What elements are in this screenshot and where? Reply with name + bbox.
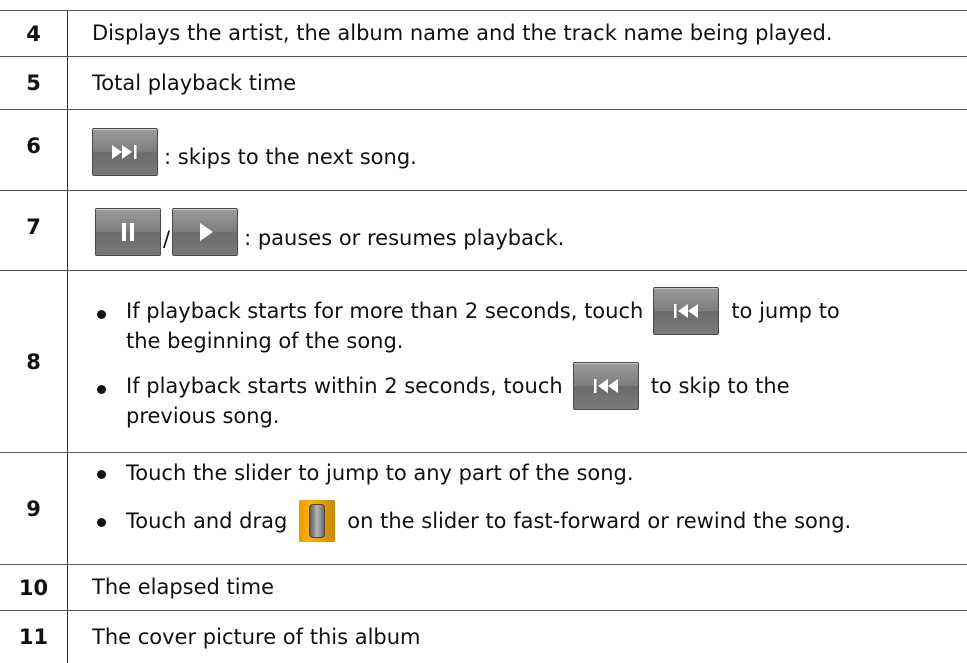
row-description: Touch the slider to jump to any part of … [95, 453, 957, 564]
row-description: The cover picture of this album [92, 611, 957, 663]
row-number: 10 [0, 565, 68, 610]
table-row: 6 : skips to the next song. [0, 109, 967, 190]
playback-controls-table: 4 Displays the artist, the album name an… [0, 0, 967, 663]
bullet-text-continuation: the beginning of the song. [126, 329, 404, 353]
table-row: 9 Touch the slider to jump to any part o… [0, 452, 967, 564]
description-text: The cover picture of this album [92, 624, 421, 649]
table-row: 7 / : pauses or resumes playback. [0, 190, 967, 270]
table-row: 10 The elapsed time [0, 564, 967, 610]
bullet-text-continuation: previous song. [126, 404, 280, 428]
bullet-text: to jump to [731, 298, 840, 323]
bullet-text: If playback starts within 2 seconds, tou… [126, 373, 563, 398]
previous-track-button-icon [572, 362, 639, 410]
row-description: Total playback time [92, 57, 957, 109]
table-row: 4 Displays the artist, the album name an… [0, 10, 967, 56]
description-text: Total playback time [92, 70, 297, 95]
bullet-text: on the slider to fast-forward or rewind … [347, 508, 852, 533]
table-row: 5 Total playback time [0, 56, 967, 109]
row-number: 7 [0, 191, 68, 270]
bullet-dot [97, 385, 106, 394]
description-text: : skips to the next song. [164, 144, 417, 169]
bullet-dot [97, 470, 106, 479]
bullet-text: If playback starts for more than 2 secon… [126, 298, 644, 323]
play-button-icon [172, 208, 239, 256]
description-text: Displays the artist, the album name and … [92, 21, 833, 45]
row-description: The elapsed time [92, 565, 957, 610]
slider-knob [309, 504, 326, 538]
row-number: 9 [0, 453, 68, 564]
slider-thumb-icon [299, 500, 336, 542]
row-number: 6 [0, 110, 68, 190]
row-number: 5 [0, 57, 68, 109]
row-number: 11 [0, 611, 68, 663]
row-description: If playback starts for more than 2 secon… [95, 271, 957, 452]
row-description: / : pauses or resumes playback. [95, 191, 957, 270]
next-track-button-icon [92, 128, 158, 176]
pause-button-icon [95, 208, 161, 256]
bullet-dot [97, 518, 106, 527]
bullet-item: Touch and drag on the slider to fast-for… [95, 500, 957, 542]
table-row: 11 The cover picture of this album [0, 610, 967, 663]
bullet-text: to skip to the [650, 373, 790, 398]
bullet-text: Touch the slider to jump to any part of … [126, 461, 634, 485]
row-number: 4 [0, 11, 68, 56]
bullet-item: Touch the slider to jump to any part of … [95, 459, 957, 488]
description-text: : pauses or resumes playback. [244, 225, 565, 250]
row-description: : skips to the next song. [92, 110, 957, 190]
bullet-item: If playback starts within 2 seconds, tou… [95, 362, 957, 431]
previous-track-button-icon [653, 287, 720, 335]
description-text: The elapsed time [92, 575, 274, 599]
bullet-dot [97, 310, 106, 319]
table-row: 8 If playback starts for more than 2 sec… [0, 270, 967, 452]
bullet-text: Touch and drag [126, 508, 288, 533]
row-number: 8 [0, 271, 68, 452]
separator: / [163, 226, 171, 251]
row-description: Displays the artist, the album name and … [92, 11, 957, 56]
bullet-item: If playback starts for more than 2 secon… [95, 287, 957, 356]
